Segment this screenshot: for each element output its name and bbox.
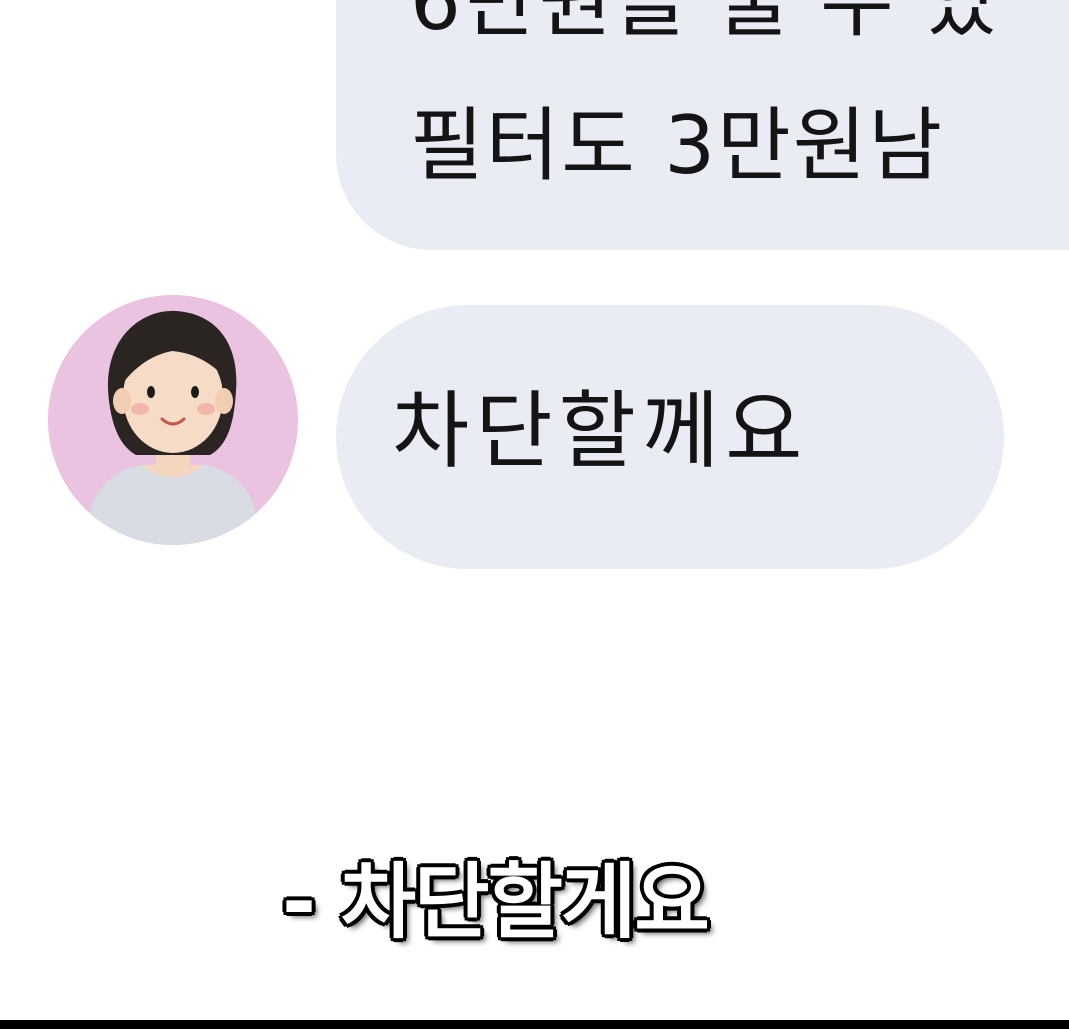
previous-message-bubble: 6만원을 줄 수 있 필터도 3만원남: [336, 0, 1069, 250]
chat-area: 6만원을 줄 수 있 필터도 3만원남 차단할께요 - 차단할게요: [0, 0, 1069, 1020]
reply-message-bubble: 차단할께요: [336, 305, 1004, 569]
avatar-illustration: [48, 295, 298, 545]
reply-message-text: 차단할께요: [392, 382, 809, 480]
subtitle-caption: - 차단할게요: [282, 855, 710, 950]
previous-message-line-2: 필터도 3만원남: [410, 99, 944, 192]
bottom-border: [0, 1020, 1069, 1029]
woman-avatar-icon[interactable]: [48, 295, 298, 545]
previous-message-line-1: 6만원을 줄 수 있: [410, 0, 999, 48]
